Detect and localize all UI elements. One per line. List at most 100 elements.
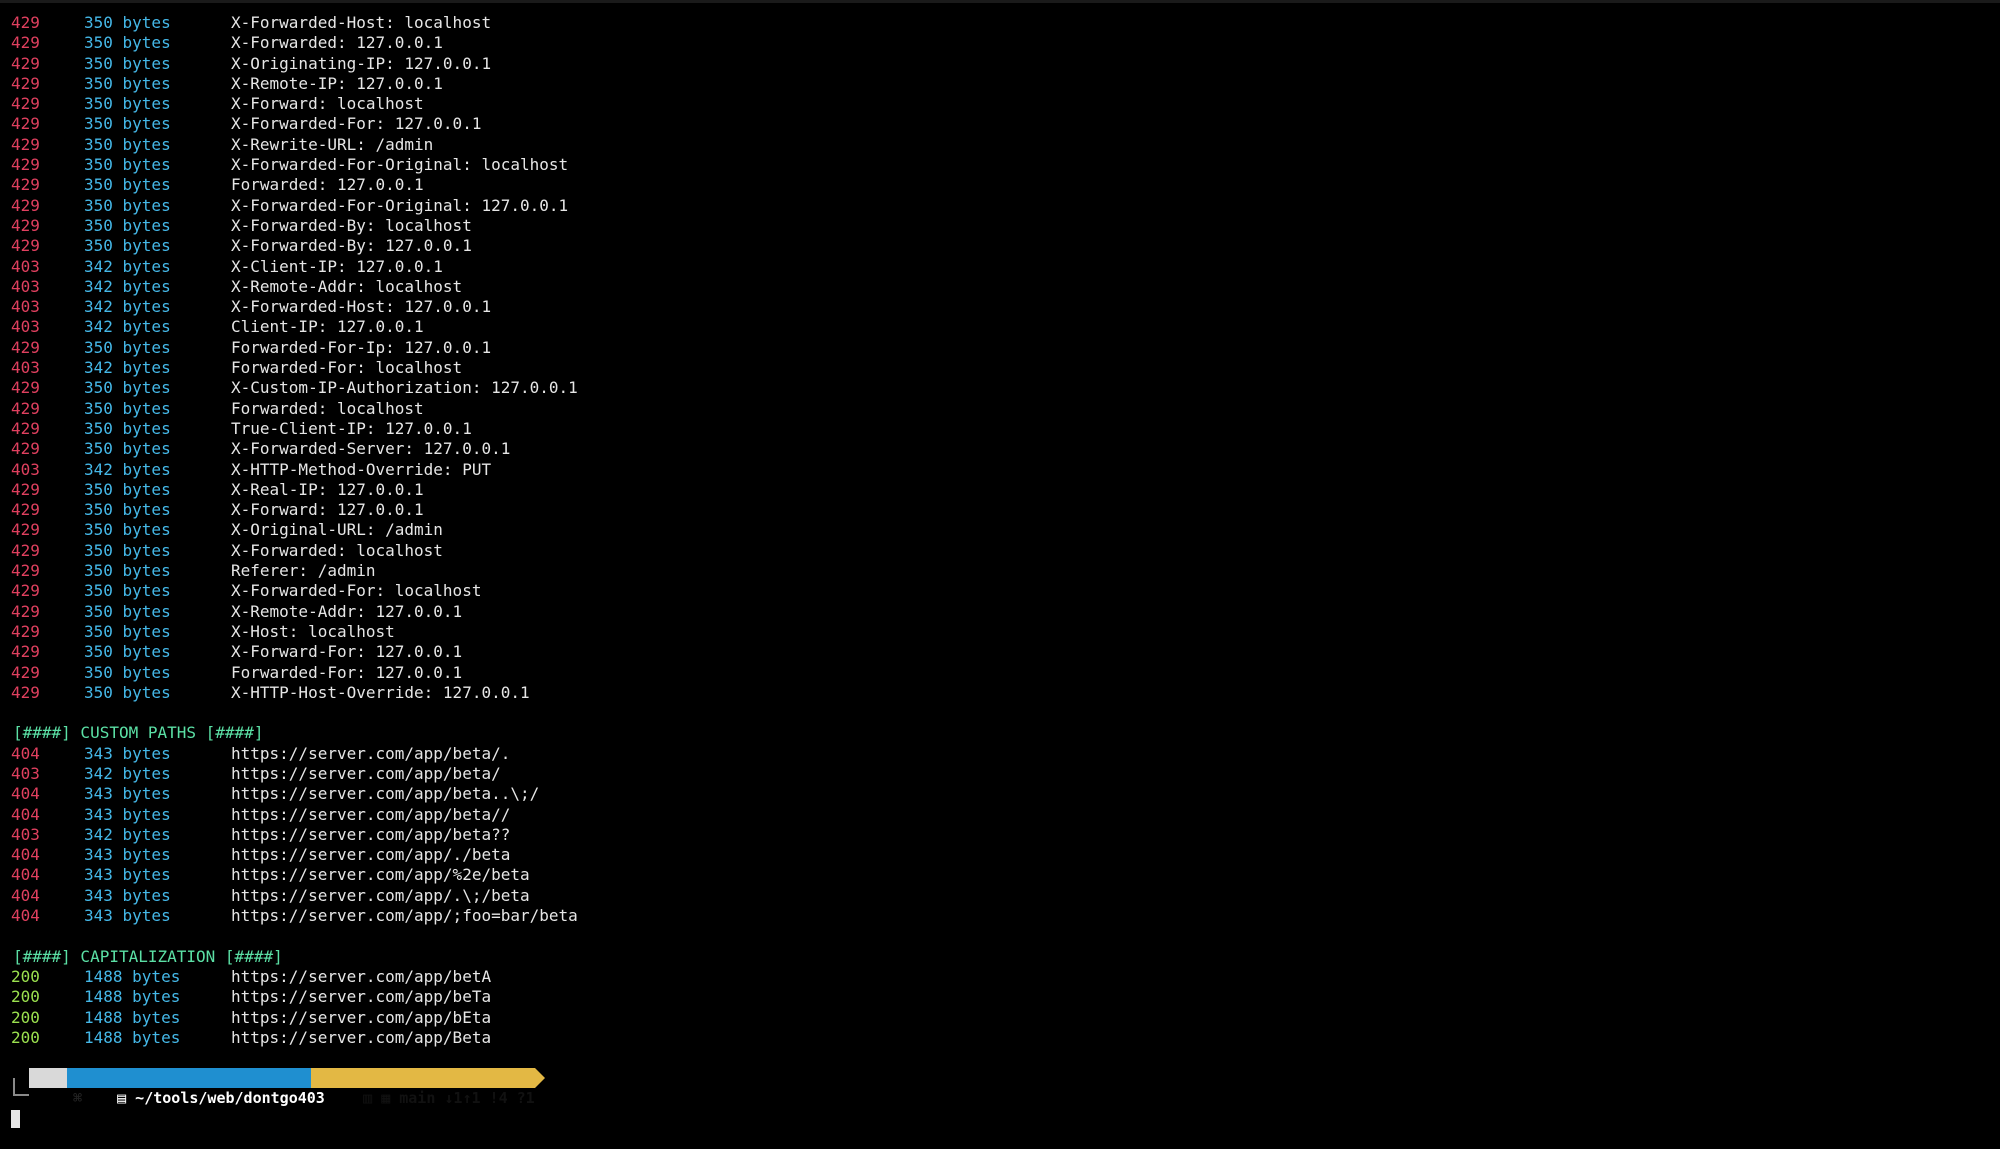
response-size: 343 bytes	[84, 784, 171, 804]
status-code: 429	[11, 155, 40, 175]
payload-text: https://server.com/app/beta//	[231, 804, 511, 824]
status-code: 404	[11, 885, 40, 905]
payload-text: X-Forwarded: 127.0.0.1	[231, 33, 443, 53]
payload-text: X-Rewrite-URL: /admin	[231, 134, 434, 154]
payload-text: X-Originating-IP: 127.0.0.1	[231, 53, 492, 73]
response-size: 342 bytes	[84, 824, 171, 844]
payload-text: https://server.com/app/beta..\;/	[231, 784, 540, 804]
payload-text: X-Remote-IP: 127.0.0.1	[231, 73, 443, 93]
terminal-output[interactable]: 429 350 bytes X-Forwarded-Host: localhost 4…	[0, 13, 2000, 1048]
response-size: 350 bytes	[84, 215, 171, 235]
result-row: 403 342 bytes X-Remote-Addr: localhost	[0, 277, 2000, 297]
result-row: 404 343 bytes https://server.com/app/beta/…	[0, 744, 2000, 764]
result-row: 429 350 bytes X-Originating-IP: 127.0.0.1	[0, 54, 2000, 74]
result-row: 429 350 bytes X-Forwarded-By: 127.0.0.1	[0, 236, 2000, 256]
response-size: 350 bytes	[84, 581, 171, 601]
result-row: 200 1488 bytes https://server.com/app/beTa	[0, 987, 2000, 1007]
status-code: 403	[11, 459, 40, 479]
status-code: 403	[11, 276, 40, 296]
prompt-corner	[13, 1078, 29, 1096]
response-size: 343 bytes	[84, 865, 171, 885]
result-row: 429 350 bytes X-Forwarded-For-Original: lo…	[0, 155, 2000, 175]
status-code: 200	[11, 987, 40, 1007]
payload-text: X-Forward: 127.0.0.1	[231, 500, 424, 520]
result-row: 404 343 bytes https://server.com/app/beta/…	[0, 805, 2000, 825]
result-row: 429 350 bytes X-Forwarded-By: localhost	[0, 216, 2000, 236]
status-code: 429	[11, 33, 40, 53]
result-row: 429 350 bytes X-HTTP-Host-Override: 127.0.…	[0, 683, 2000, 703]
result-row: 429 350 bytes X-Remote-IP: 127.0.0.1	[0, 74, 2000, 94]
result-row: 429 350 bytes X-Forwarded-For: localhost	[0, 581, 2000, 601]
response-size: 350 bytes	[84, 479, 171, 499]
branch-icon: ▦	[381, 1089, 391, 1107]
status-code: 403	[11, 317, 40, 337]
response-size: 342 bytes	[84, 358, 171, 378]
status-code: 403	[11, 358, 40, 378]
response-size: 350 bytes	[84, 114, 171, 134]
result-row: 200 1488 bytes https://server.com/app/Beta	[0, 1028, 2000, 1048]
payload-text: https://server.com/app/beta/.	[231, 743, 511, 763]
status-code: 429	[11, 73, 40, 93]
response-size: 350 bytes	[84, 418, 171, 438]
payload-text: X-Custom-IP-Authorization: 127.0.0.1	[231, 378, 578, 398]
result-row: 429 350 bytes X-Forward: localhost	[0, 94, 2000, 114]
response-size: 350 bytes	[84, 561, 171, 581]
response-size: 350 bytes	[84, 195, 171, 215]
status-code: 404	[11, 804, 40, 824]
section-title: [####] CAPITALIZATION [####]	[13, 946, 283, 966]
lock-icon: ▥	[363, 1089, 373, 1107]
response-size: 343 bytes	[84, 906, 171, 926]
shell-prompt: ⌘ ▤ ~/tools/web/dontgo403 ▥ ▦ main ↓1↑1 …	[0, 1066, 600, 1107]
status-code: 429	[11, 479, 40, 499]
status-code: 429	[11, 175, 40, 195]
status-code: 404	[11, 784, 40, 804]
payload-text: Forwarded: localhost	[231, 398, 424, 418]
result-row: 403 342 bytes Client-IP: 127.0.0.1	[0, 317, 2000, 337]
prompt-git-status: main ↓1↑1 !4 ?1	[399, 1089, 535, 1107]
result-row: 429 350 bytes X-Forwarded-Host: localhost	[0, 13, 2000, 33]
payload-text: Forwarded-For: localhost	[231, 358, 463, 378]
status-code: 429	[11, 439, 40, 459]
response-size: 350 bytes	[84, 398, 171, 418]
payload-text: X-Forwarded-For-Original: 127.0.0.1	[231, 195, 569, 215]
result-row: 429 350 bytes X-Original-URL: /admin	[0, 520, 2000, 540]
payload-text: X-Host: localhost	[231, 621, 395, 641]
payload-text: X-Client-IP: 127.0.0.1	[231, 256, 443, 276]
status-code: 200	[11, 1027, 40, 1047]
response-size: 350 bytes	[84, 73, 171, 93]
response-size: 350 bytes	[84, 94, 171, 114]
prompt-path-segment: ▤ ~/tools/web/dontgo403	[67, 1068, 325, 1107]
result-row: 429 350 bytes Forwarded: localhost	[0, 399, 2000, 419]
payload-text: X-Forwarded-For: 127.0.0.1	[231, 114, 482, 134]
response-size: 350 bytes	[84, 236, 171, 256]
status-code: 404	[11, 865, 40, 885]
result-row: 403 342 bytes X-Forwarded-Host: 127.0.0.1	[0, 297, 2000, 317]
status-code: 429	[11, 114, 40, 134]
status-code: 429	[11, 378, 40, 398]
section-header: [####] CUSTOM PATHS [####]	[0, 723, 2000, 743]
prompt-git-segment: ▥ ▦ main ↓1↑1 !4 ?1	[311, 1068, 535, 1107]
payload-text: Forwarded: 127.0.0.1	[231, 175, 424, 195]
status-code: 429	[11, 13, 40, 32]
status-code: 429	[11, 581, 40, 601]
result-row: 429 350 bytes X-Forwarded-Server: 127.0.0.…	[0, 439, 2000, 459]
status-code: 429	[11, 215, 40, 235]
response-size: 342 bytes	[84, 317, 171, 337]
result-row: 429 350 bytes X-Rewrite-URL: /admin	[0, 135, 2000, 155]
payload-text: https://server.com/app/betA	[231, 966, 492, 986]
terminal-cursor[interactable]	[11, 1110, 20, 1128]
response-size: 1488 bytes	[84, 966, 181, 986]
payload-text: Referer: /admin	[231, 561, 376, 581]
status-code: 403	[11, 763, 40, 783]
result-row: 429 350 bytes Referer: /admin	[0, 561, 2000, 581]
payload-text: X-HTTP-Host-Override: 127.0.0.1	[231, 682, 530, 702]
result-row: 429 350 bytes X-Host: localhost	[0, 622, 2000, 642]
payload-text: X-Forward: localhost	[231, 94, 424, 114]
result-row: 403 342 bytes Forwarded-For: localhost	[0, 358, 2000, 378]
payload-text: X-HTTP-Method-Override: PUT	[231, 459, 492, 479]
status-code: 429	[11, 134, 40, 154]
status-code: 429	[11, 540, 40, 560]
prompt-path: ~/tools/web/dontgo403	[126, 1089, 325, 1107]
folder-icon: ▤	[117, 1089, 127, 1107]
